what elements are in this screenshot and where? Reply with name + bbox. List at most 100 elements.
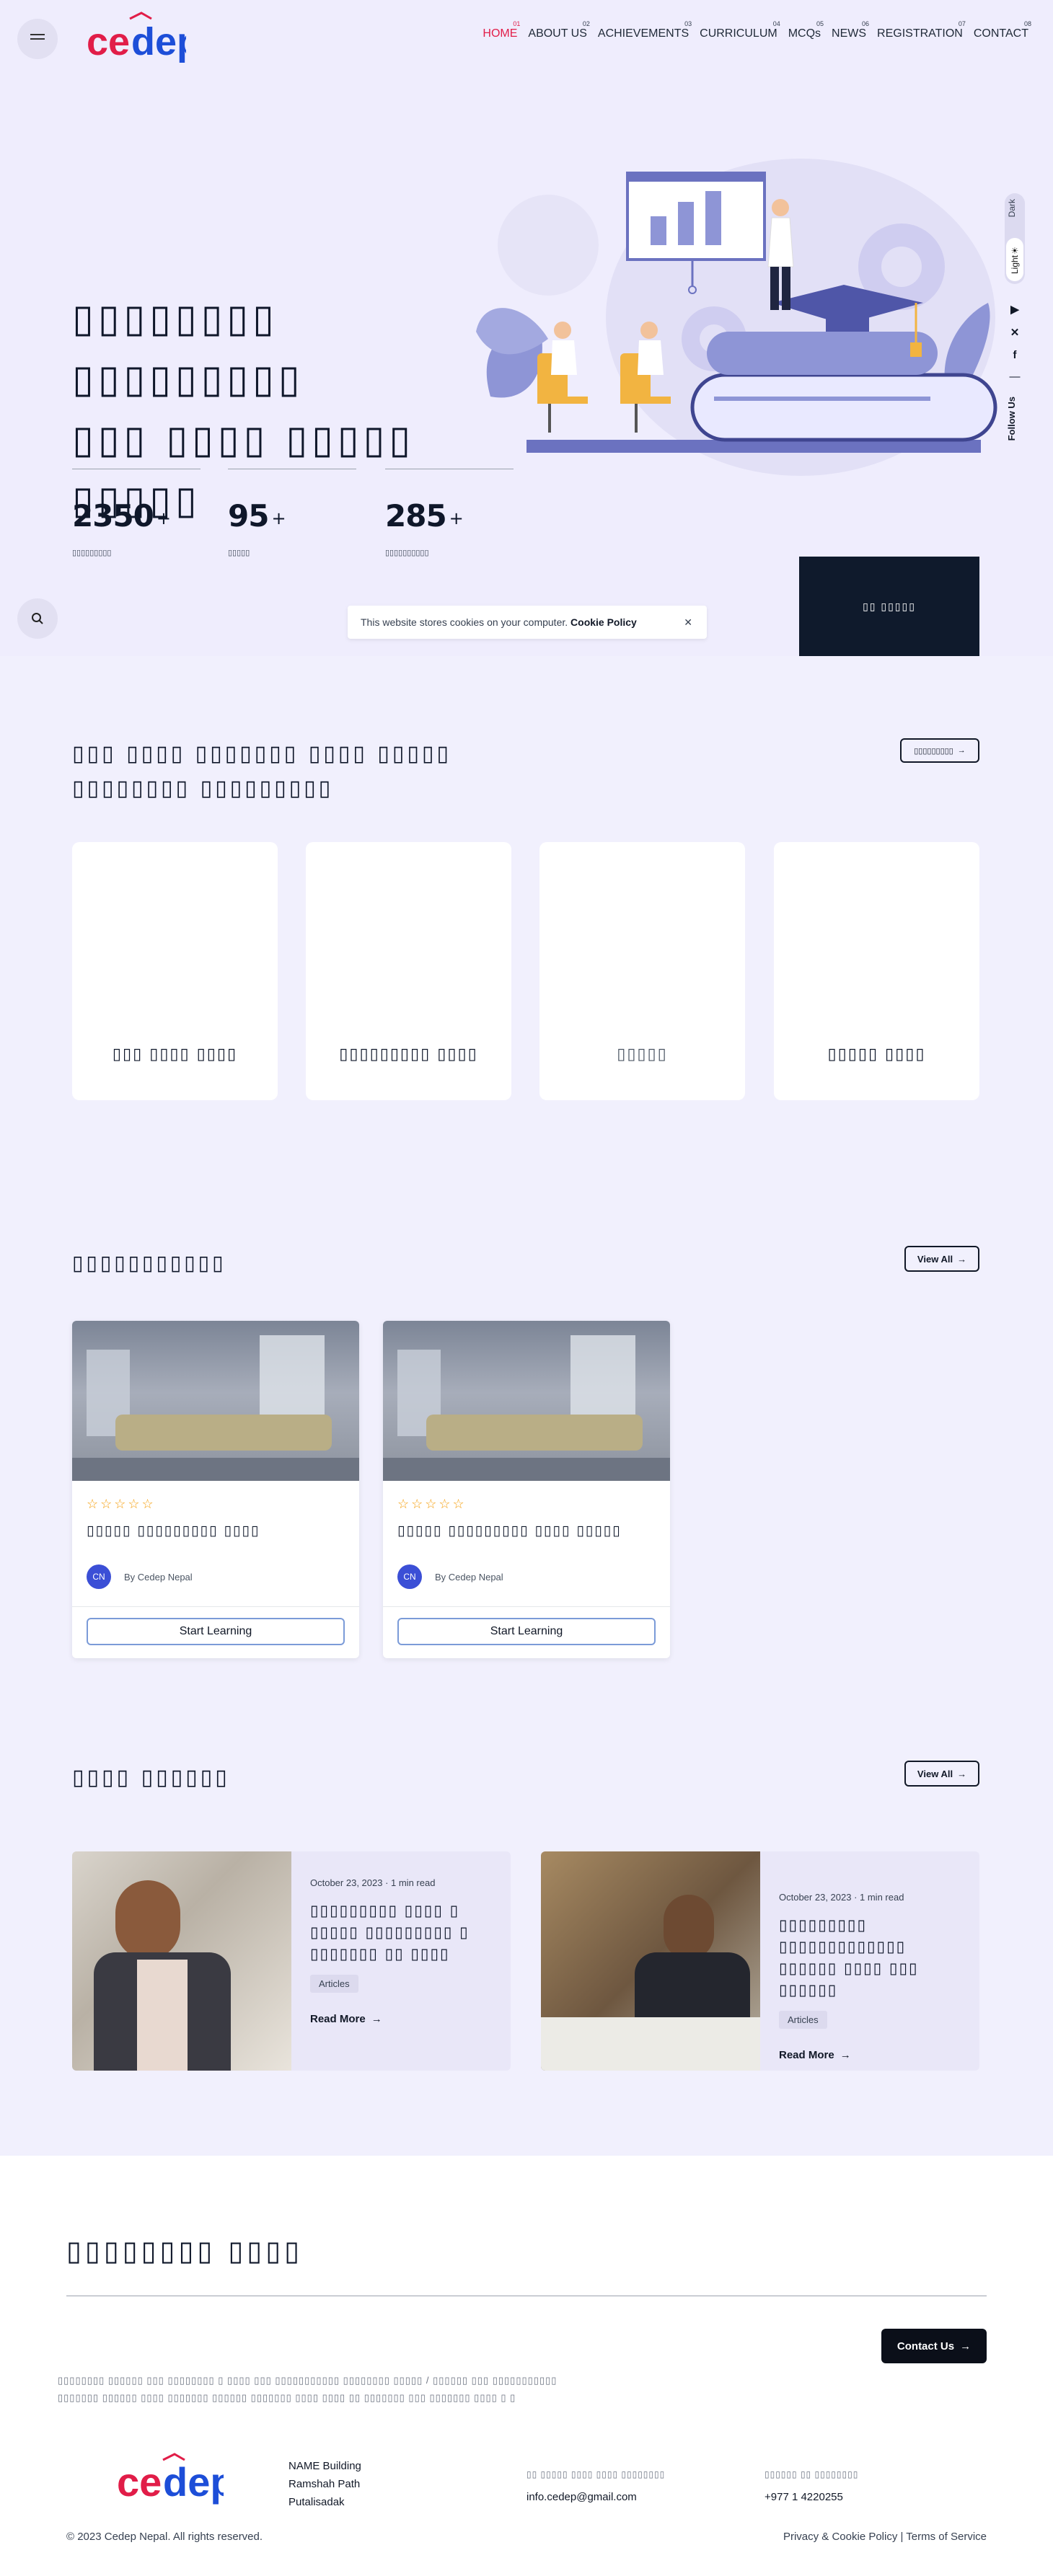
- nav-contact[interactable]: 08 CONTACT: [974, 20, 1031, 40]
- phone-link[interactable]: +977 1 4220255: [765, 2488, 858, 2506]
- author-label: By Cedep Nepal: [124, 1572, 193, 1583]
- category-tag[interactable]: Articles: [779, 2011, 827, 2029]
- cookie-text: This website stores cookies on your comp…: [361, 616, 637, 628]
- main-nav: 01 HOME 02 ABOUT US 03 ACHIEVEMENTS 04 CURRI…: [483, 20, 1031, 40]
- news-date: October 23, 2023 · 1 min read: [310, 1877, 436, 1888]
- nav-registration[interactable]: 07 REGISTRATION: [877, 20, 966, 40]
- close-icon[interactable]: ✕: [684, 616, 692, 629]
- hero-dark-panel[interactable]: ▯▯ ▯▯▯▯▯: [799, 557, 979, 656]
- nav-achievements[interactable]: 03 ACHIEVEMENTS: [598, 20, 692, 40]
- course-card-title: ▯▯▯ ▯▯▯▯ ▯▯▯▯: [112, 1045, 238, 1063]
- email-link[interactable]: info.cedep@gmail.com: [526, 2488, 665, 2506]
- stat-value: 2350: [72, 498, 154, 534]
- start-learning-button[interactable]: Start Learning: [397, 1618, 656, 1645]
- start-learning-button[interactable]: Start Learning: [87, 1618, 345, 1645]
- course-card-title: ▯▯▯▯▯ ▯▯▯▯: [827, 1045, 926, 1063]
- courses-view-all-button[interactable]: ▯▯▯▯▯▯▯▯▯ →: [900, 738, 979, 763]
- arrow-right-icon: →: [840, 2049, 851, 2061]
- x-twitter-icon[interactable]: ✕: [1006, 326, 1023, 339]
- course-card-title: ▯▯▯▯▯▯▯▯▯ ▯▯▯▯: [339, 1045, 478, 1063]
- news-view-all-button[interactable]: View All →: [904, 1761, 979, 1787]
- theme-dark-option[interactable]: Dark: [1007, 199, 1023, 217]
- search-icon: [32, 613, 43, 624]
- course-card[interactable]: ▯▯▯▯▯ ▯▯▯▯: [774, 842, 979, 1100]
- contact-us-button[interactable]: Contact Us →: [881, 2329, 987, 2363]
- theme-toggle[interactable]: Dark Light ☀: [1005, 193, 1025, 284]
- youtube-icon[interactable]: ▶: [1006, 303, 1023, 316]
- divider: [383, 1606, 670, 1607]
- stat-2: 95 + ▯▯▯▯▯: [228, 469, 356, 557]
- email-label: ▯▯ ▯▯▯▯▯ ▯▯▯▯ ▯▯▯▯ ▯▯▯▯▯▯▯▯: [526, 2469, 666, 2479]
- stat-suffix: +: [449, 508, 464, 528]
- mcq-card: ☆☆☆☆☆ ▯▯▯▯▯ ▯▯▯▯▯▯▯▯▯ ▯▯▯▯ CN By Cedep N…: [72, 1321, 359, 1658]
- hospital-room-image: [383, 1321, 670, 1481]
- divider-line: —: [1009, 371, 1021, 383]
- footer-title: ▯▯▯▯▯▯▯▯ ▯▯▯▯: [66, 2235, 304, 2267]
- news-photo: [541, 1851, 760, 2071]
- news-date: October 23, 2023 · 1 min read: [779, 1892, 904, 1903]
- svg-text:ce: ce: [117, 2459, 162, 2505]
- site-header: ce dep 01HOME 02ABOUT US 03ACHIEVEMENTS …: [0, 0, 1053, 79]
- arrow-right-icon: →: [957, 746, 966, 755]
- site-footer: ▯▯▯▯▯▯▯▯ ▯▯▯▯ Contact Us → ▯▯▯▯▯▯▯▯ ▯▯▯▯▯…: [0, 2156, 1053, 2576]
- copyright-text: © 2023 Cedep Nepal. All rights reserved.: [66, 2531, 263, 2543]
- follow-us-label: Follow Us: [1006, 397, 1017, 441]
- cookie-banner: This website stores cookies on your comp…: [348, 606, 707, 639]
- nav-news[interactable]: 06 NEWS: [832, 20, 869, 40]
- nav-home[interactable]: 01 HOME: [483, 20, 520, 40]
- footer-logo[interactable]: ce dep: [115, 2451, 235, 2513]
- arrow-right-icon: →: [960, 2340, 972, 2353]
- read-more-link[interactable]: Read More →: [779, 2049, 966, 2061]
- news-headline[interactable]: ▯▯▯▯▯▯▯▯▯ ▯▯▯▯▯▯▯▯▯▯▯▯▯ ▯▯▯▯▯▯ ▯▯▯▯ ▯▯▯ …: [779, 1914, 966, 2001]
- hero-section: ▯▯▯▯▯▯▯▯ ▯▯▯▯▯▯▯▯▯ ▯▯▯ ▯▯▯▯ ▯▯▯▯▯ ▯▯▯▯▯ …: [0, 79, 1053, 656]
- mcq-title: ▯▯▯▯▯ ▯▯▯▯▯▯▯▯▯ ▯▯▯▯ ▯▯▯▯▯: [397, 1523, 622, 1539]
- legal-links[interactable]: Privacy & Cookie Policy | Terms of Servi…: [783, 2531, 987, 2543]
- cedep-logo[interactable]: ce dep: [85, 10, 201, 71]
- news-card[interactable]: October 23, 2023 · 1 min read ▯▯▯▯▯▯▯▯▯ …: [541, 1851, 979, 2071]
- search-button[interactable]: [17, 598, 58, 639]
- svg-text:dep: dep: [163, 2459, 224, 2505]
- author-label: By Cedep Nepal: [435, 1572, 503, 1583]
- hamburger-icon: [30, 34, 45, 40]
- stat-value: 285: [385, 498, 447, 534]
- course-card[interactable]: ▯▯▯ ▯▯▯▯ ▯▯▯▯: [72, 842, 278, 1100]
- footer-email-block: ▯▯ ▯▯▯▯▯ ▯▯▯▯ ▯▯▯▯ ▯▯▯▯▯▯▯▯ info.cedep@g…: [526, 2466, 665, 2506]
- category-tag[interactable]: Articles: [310, 1975, 358, 1993]
- theme-light-option[interactable]: Light ☀: [1006, 238, 1023, 281]
- course-card[interactable]: ▯▯▯▯▯▯▯▯▯ ▯▯▯▯: [306, 842, 511, 1100]
- read-more-link[interactable]: Read More →: [310, 2013, 498, 2025]
- mcqs-view-all-button[interactable]: View All →: [904, 1246, 979, 1272]
- arrow-right-icon: →: [957, 1253, 967, 1265]
- stat-label: ▯▯▯▯▯▯▯▯▯▯: [385, 549, 429, 557]
- nav-about-us[interactable]: 02 ABOUT US: [528, 20, 590, 40]
- nav-curriculum[interactable]: 04 CURRICULUM: [700, 20, 780, 40]
- course-card-title: ▯▯▯▯▯: [617, 1045, 668, 1063]
- hospital-room-image: [72, 1321, 359, 1481]
- rating-stars: ☆☆☆☆☆: [397, 1497, 467, 1511]
- stat-label: ▯▯▯▯▯: [228, 549, 250, 557]
- menu-toggle-button[interactable]: [17, 19, 58, 59]
- mcq-card: ☆☆☆☆☆ ▯▯▯▯▯ ▯▯▯▯▯▯▯▯▯ ▯▯▯▯ ▯▯▯▯▯ CN By C…: [383, 1321, 670, 1658]
- news-photo: [72, 1851, 291, 2071]
- avatar: CN: [397, 1564, 422, 1589]
- news-card[interactable]: October 23, 2023 · 1 min read ▯▯▯▯▯▯▯▯▯ …: [72, 1851, 511, 2071]
- cookie-policy-link[interactable]: Cookie Policy: [570, 616, 637, 628]
- stat-suffix: +: [156, 508, 171, 528]
- stat-suffix: +: [271, 508, 286, 528]
- courses-section: ▯▯▯ ▯▯▯▯ ▯▯▯▯▯▯▯ ▯▯▯▯ ▯▯▯▯▯ ▯▯▯▯▯▯▯▯ ▯▯▯…: [0, 656, 1053, 1175]
- footer-description: ▯▯▯▯▯▯▯▯ ▯▯▯▯▯▯ ▯▯▯ ▯▯▯▯▯▯▯▯ ▯ ▯▯▯▯ ▯▯▯ …: [58, 2375, 558, 2403]
- svg-text:dep: dep: [131, 20, 186, 63]
- news-headline[interactable]: ▯▯▯▯▯▯▯▯▯ ▯▯▯▯ ▯ ▯▯▯▯▯ ▯▯▯▯▯▯▯▯▯ ▯ ▯▯▯▯▯…: [310, 1900, 498, 1965]
- news-section: ▯▯▯▯ ▯▯▯▯▯▯ View All → October 23, 2023 ·…: [0, 1694, 1053, 2156]
- stat-value: 95: [228, 498, 269, 534]
- divider: [72, 1606, 359, 1607]
- footer-phone-block: ▯▯▯▯▯▯ ▯▯ ▯▯▯▯▯▯▯▯ +977 1 4220255: [765, 2466, 858, 2506]
- stat-label: ▯▯▯▯▯▯▯▯▯: [72, 549, 112, 557]
- course-card[interactable]: ▯▯▯▯▯: [539, 842, 745, 1100]
- facebook-icon[interactable]: f: [1006, 349, 1023, 361]
- stat-1: 2350 + ▯▯▯▯▯▯▯▯▯: [72, 469, 201, 557]
- mcqs-section: ▯▯▯▯▯▯▯▯▯▯▯ View All → ☆☆☆☆☆ ▯▯▯▯▯ ▯▯▯▯▯▯…: [0, 1175, 1053, 1694]
- nav-mcqs[interactable]: 05 MCQs: [788, 20, 824, 40]
- arrow-right-icon: →: [371, 2013, 382, 2025]
- hero-title-line-1: ▯▯▯▯▯▯▯▯ ▯▯▯▯▯▯▯▯▯: [72, 296, 304, 402]
